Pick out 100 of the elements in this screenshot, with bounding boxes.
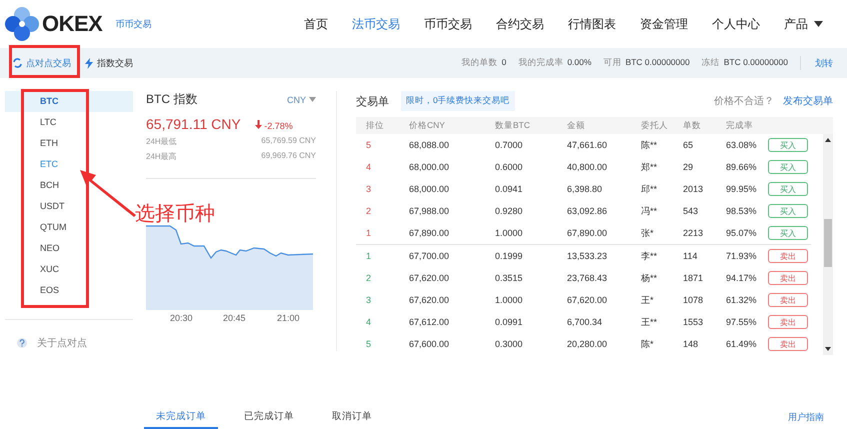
table-cell-text: 67,700.00 xyxy=(409,251,450,261)
nav-link[interactable]: 法币交易 xyxy=(340,16,412,32)
currency-select[interactable]: CNY xyxy=(286,94,316,104)
table-cell-text: 68,000.00 xyxy=(409,162,450,172)
trade-button[interactable]: 卖出 xyxy=(768,315,808,329)
table-cell-text: 王* xyxy=(641,294,655,306)
post-order-link[interactable]: 发布交易单 xyxy=(783,94,833,108)
table-cell-text: 148 xyxy=(683,339,700,349)
table-cell-text: 67,890.00 xyxy=(567,228,608,238)
coin-item[interactable]: ETH xyxy=(5,133,133,154)
annotation-text: 选择币种 xyxy=(135,200,215,227)
table-cell-text: 0.9280 xyxy=(495,206,524,216)
nav-link[interactable]: 个人中心 xyxy=(700,16,772,32)
mode-tab[interactable]: 点对点交易 xyxy=(10,56,74,70)
scroll-up-icon[interactable] xyxy=(825,138,831,142)
table-cell-text: 63.08% xyxy=(726,140,758,150)
scrollbar[interactable] xyxy=(823,134,833,355)
orders-tab[interactable]: 取消订单 xyxy=(320,410,384,429)
coin-item[interactable]: USDT xyxy=(5,196,133,217)
table-cell-text: 0.3515 xyxy=(495,273,524,283)
promo-tag: 限时，0手续费快来交易吧 xyxy=(401,91,515,111)
orders-tab[interactable]: 未完成订单 xyxy=(144,410,218,429)
logo-icon xyxy=(5,7,39,41)
trade-button[interactable]: 买入 xyxy=(768,182,808,196)
trade-button[interactable]: 买入 xyxy=(768,204,808,218)
nav-link[interactable]: 产品 xyxy=(772,16,835,32)
table-cell-text: 13,533.23 xyxy=(567,251,608,261)
index-title: BTC 指数 xyxy=(146,91,198,108)
stat-label: 我的完成率 xyxy=(518,57,564,69)
scroll-down-icon[interactable] xyxy=(825,347,831,351)
time-label: 20:45 xyxy=(223,313,246,323)
down-arrow-icon xyxy=(254,120,262,129)
table-cell-text: 0.3000 xyxy=(495,339,524,349)
table-cell-text: 98.53% xyxy=(726,206,758,216)
table-cell-text: 5 xyxy=(365,339,372,349)
nav-link[interactable]: 币币交易 xyxy=(412,16,484,32)
table-cell-text: 1553 xyxy=(683,317,704,327)
coin-item[interactable]: NEO xyxy=(5,238,133,259)
table-cell-text: 67,988.00 xyxy=(409,206,450,216)
coin-item[interactable]: LTC xyxy=(5,112,133,133)
about-link[interactable]: 关于点对点 xyxy=(37,336,87,350)
coin-item[interactable]: EOS xyxy=(5,280,133,301)
coin-item[interactable]: BTC xyxy=(5,91,133,112)
table-cell-text: 邱** xyxy=(641,182,658,196)
table-cell-text: 61.49% xyxy=(726,339,758,349)
coin-item[interactable]: XUC xyxy=(5,259,133,280)
table-cell-text: 0.0941 xyxy=(495,184,524,194)
stat-label: 可用 xyxy=(603,57,622,69)
transfer-link[interactable]: 划转 xyxy=(815,56,833,70)
table-cell-text: 543 xyxy=(683,206,700,216)
coin-item[interactable]: QTUM xyxy=(5,217,133,238)
table-cell-text: 67,612.00 xyxy=(409,317,450,327)
table-cell-text: 67,620.00 xyxy=(409,295,450,305)
table-cell-text: 陈** xyxy=(641,138,658,152)
orders-title: 交易单 xyxy=(356,94,389,108)
time-label: 21:00 xyxy=(277,313,300,323)
nav-link[interactable]: 首页 xyxy=(304,16,340,32)
bolt-icon xyxy=(85,58,93,68)
trade-button[interactable]: 卖出 xyxy=(768,337,808,351)
annotation-frame xyxy=(9,45,80,78)
table-cell-text: 67,890.00 xyxy=(409,228,450,238)
table-cell-text: 67,620.00 xyxy=(409,273,450,283)
guide-link[interactable]: 用户指南 xyxy=(788,411,824,429)
trade-button[interactable]: 卖出 xyxy=(768,271,808,285)
table-cell-text: 0.0991 xyxy=(495,317,524,327)
site-subtitle: 币币交易 xyxy=(115,18,152,30)
orders-tab[interactable]: 已完成订单 xyxy=(232,410,306,429)
trade-button[interactable]: 买入 xyxy=(768,226,808,240)
mode-tab[interactable]: 指数交易 xyxy=(82,56,136,70)
table-cell-text: 3 xyxy=(365,184,372,194)
stat-value: 0 xyxy=(502,57,506,69)
trade-button[interactable]: 买入 xyxy=(768,138,808,152)
caret-icon xyxy=(309,97,316,102)
nav-link[interactable]: 行情图表 xyxy=(556,16,628,32)
table-cell-text: 6,398.80 xyxy=(567,184,604,194)
table-cell-text: 65 xyxy=(683,140,694,150)
nav-link[interactable]: 合约交易 xyxy=(484,16,556,32)
table-cell-text: 29 xyxy=(683,162,694,172)
range-value: 65,769.59 CNY xyxy=(261,136,316,147)
column-header: 数量BTC xyxy=(495,120,531,132)
table-cell-text: 23,768.43 xyxy=(567,273,608,283)
table-cell-text: 67,620.00 xyxy=(567,295,608,305)
stat-label: 我的单数 xyxy=(462,57,498,69)
table-cell-text: 20,280.00 xyxy=(567,339,608,349)
range-label: 24H最高 xyxy=(146,151,177,162)
trade-button[interactable]: 卖出 xyxy=(768,249,808,263)
table-cell-text: 郑** xyxy=(641,160,658,174)
coin-item[interactable]: ETC xyxy=(5,154,133,175)
stat-value: BTC 0.00000000 xyxy=(625,57,690,69)
coin-item[interactable]: BCH xyxy=(5,175,133,196)
nav-link[interactable]: 资金管理 xyxy=(628,16,700,32)
table-cell-text: 1.0000 xyxy=(495,295,524,305)
table-cell-text: 1 xyxy=(365,251,372,261)
table-cell-text: 6,700.34 xyxy=(567,317,604,327)
table-cell-text: 40,800.00 xyxy=(567,162,608,172)
trade-button[interactable]: 买入 xyxy=(768,160,808,174)
scroll-thumb[interactable] xyxy=(824,219,832,267)
trade-button[interactable]: 卖出 xyxy=(768,293,808,307)
caret-icon xyxy=(814,21,823,27)
table-cell-text: 0.1999 xyxy=(495,251,524,261)
